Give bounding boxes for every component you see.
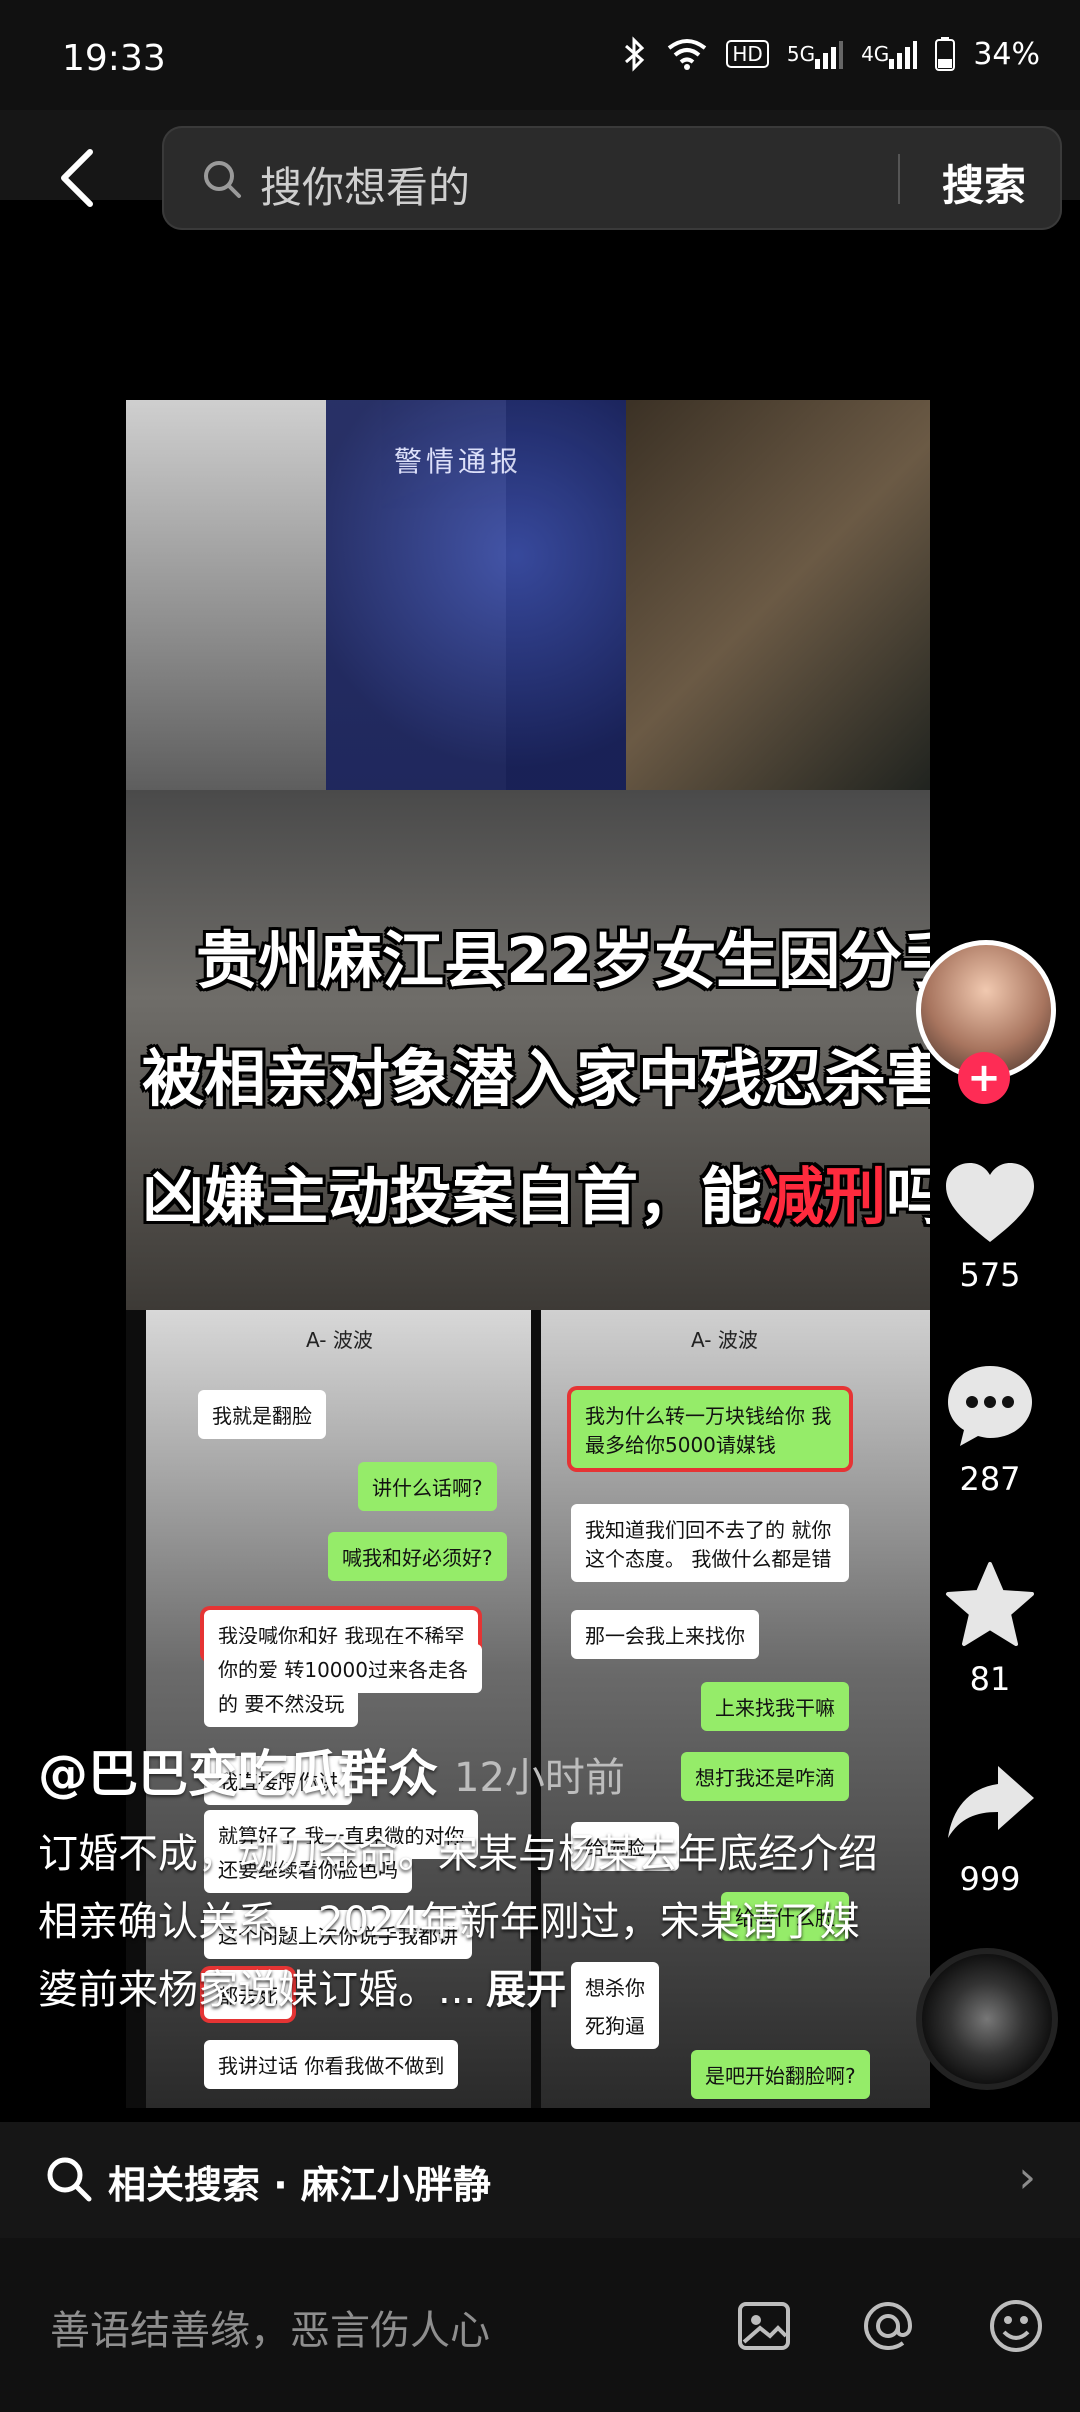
star-icon (946, 1562, 1034, 1646)
signal-4g-icon: 4G (861, 39, 918, 69)
headline-line-1: 贵州麻江县22岁女生因分手 (196, 924, 930, 997)
chat-right-msg: 那一会我上来找你 (571, 1610, 759, 1659)
expand-link[interactable]: 展开 (486, 1967, 566, 2013)
hd-badge-icon: HD (726, 40, 769, 68)
search-input[interactable]: 搜你想看的 (260, 154, 470, 215)
status-icons: HD 5G 4G 34% (622, 36, 1040, 72)
search-icon (204, 161, 241, 198)
chat-right-msg: 是吧开始翻脸啊? (691, 2050, 870, 2099)
at-icon[interactable] (858, 2296, 918, 2356)
search-button[interactable]: 搜索 (942, 152, 1026, 213)
back-button[interactable] (52, 138, 102, 218)
post-description: @巴巴变吃瓜群众 12小时前 订婚不成，动刀夺命。宋某与杨某去年底经介绍相亲确认关… (38, 1734, 898, 2024)
post-body: 订婚不成，动刀夺命。宋某与杨某去年底经介绍相亲确认关系，2024年新年刚过，宋某… (38, 1820, 898, 2024)
chat-left-msg: 的 要不然没玩 (204, 1678, 359, 1727)
chat-right-msg: 上来找我干嘛 (701, 1682, 849, 1731)
headline-line-2: 被相亲对象潜入家中残忍杀害！ (142, 1042, 930, 1115)
search-icon (47, 2157, 92, 2202)
chat-left-msg: 喊我和好必须好? (328, 1532, 507, 1581)
chat-left-msg: 我讲过话 你看我做不做到 (204, 2040, 459, 2089)
search-bar[interactable]: 搜你想看的 搜索 (162, 126, 1062, 230)
comment-input[interactable]: 善语结善缘，恶言伤人心 (50, 2298, 490, 2356)
comment-button[interactable]: 287 (910, 1360, 1070, 1498)
status-time: 19:33 (62, 38, 166, 79)
bluetooth-icon (622, 36, 648, 72)
battery-icon (935, 37, 956, 71)
image-icon[interactable] (734, 2296, 794, 2356)
notice-title: 警情通报 (394, 445, 523, 478)
like-button[interactable]: 575 (910, 1160, 1070, 1294)
favorite-button[interactable]: 81 (910, 1560, 1070, 1698)
favorite-count: 81 (969, 1660, 1011, 1698)
search-divider (898, 154, 900, 204)
wifi-icon (666, 38, 708, 70)
comment-bar: 善语结善缘，恶言伤人心 (0, 2238, 1080, 2412)
post-time: 12小时前 (454, 1755, 625, 1801)
headline-line-3-prefix: 凶嫌主动投案自首，能 (142, 1160, 763, 1233)
chat-right-contact: A- 波波 (691, 1328, 758, 1352)
follow-button[interactable]: + (958, 1052, 1010, 1104)
share-arrow-icon (948, 1766, 1034, 1838)
music-disc-icon[interactable] (916, 1948, 1058, 2090)
signal-4g-label: 4G (861, 42, 890, 66)
heart-icon (946, 1163, 1034, 1242)
chevron-left-icon (61, 149, 93, 207)
like-count: 575 (959, 1256, 1021, 1294)
comment-bubble-icon (948, 1366, 1032, 1446)
comment-count: 287 (959, 1460, 1021, 1498)
share-button[interactable]: 999 (910, 1760, 1070, 1898)
chat-left-msg: 我就是翻脸 (198, 1390, 326, 1439)
share-count: 999 (959, 1860, 1021, 1898)
signal-5g-icon: 5G (786, 39, 844, 69)
emoji-icon[interactable] (986, 2296, 1046, 2356)
post-body-text: 订婚不成，动刀夺命。宋某与杨某去年底经介绍相亲确认关系，2024年新年刚过，宋某… (38, 1831, 878, 2013)
chat-right-msg: 我知道我们回不去了的 就你这个态度。 我做什么都是错 (571, 1504, 849, 1582)
headline-line-3-red: 减刑 (762, 1160, 887, 1233)
related-search-bar[interactable]: 相关搜索 · 麻江小胖静 › (0, 2122, 1080, 2238)
chat-right-msg: 我为什么转一万块钱给你 我最多给你5000请媒钱 (571, 1390, 849, 1468)
signal-5g-label: 5G (786, 42, 816, 66)
video-photo-woman (626, 400, 930, 790)
related-search-label: 相关搜索 · 麻江小胖静 (108, 2163, 491, 2207)
status-bar: 19:33 HD 5G 4G 34% (0, 0, 1080, 110)
author-name[interactable]: @巴巴变吃瓜群众 (38, 1745, 438, 1803)
headline-line-3: 凶嫌主动投案自首，能减刑吗？ (142, 1146, 930, 1236)
chevron-right-icon: › (1018, 2152, 1036, 2203)
chat-left-contact: A- 波波 (306, 1328, 373, 1352)
battery-level: 34% (973, 36, 1040, 72)
chat-left-msg: 讲什么话啊? (358, 1462, 497, 1511)
